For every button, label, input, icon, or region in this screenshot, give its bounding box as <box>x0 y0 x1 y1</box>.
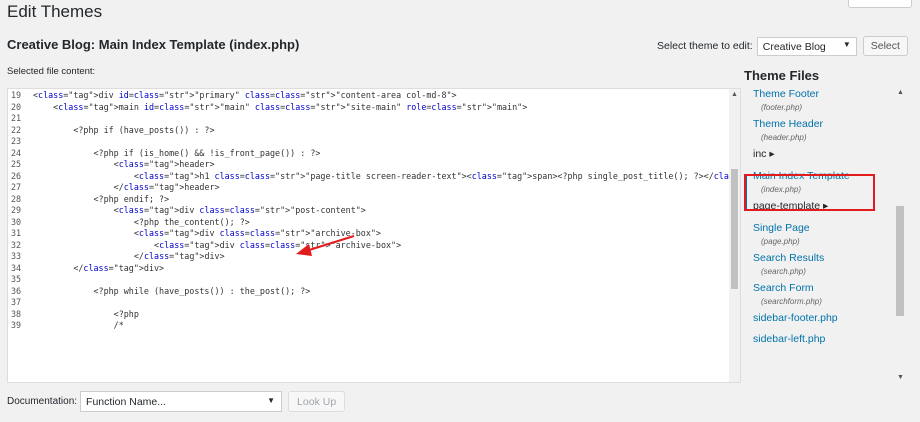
files-scroll-thumb[interactable] <box>896 206 904 316</box>
highlight-box <box>744 174 875 211</box>
scroll-down-icon[interactable]: ▼ <box>897 374 904 381</box>
file-item[interactable]: sidebar-footer.php <box>753 312 903 324</box>
file-name: Search Results <box>753 252 825 264</box>
file-path: (footer.php) <box>761 103 803 112</box>
look-up-button[interactable]: Look Up <box>288 391 346 412</box>
chevron-down-icon: ▼ <box>267 396 276 405</box>
documentation-row: Documentation: Function Name... ▼ Look U… <box>7 391 346 412</box>
scroll-up-icon[interactable]: ▲ <box>897 89 904 96</box>
file-path: (header.php) <box>761 133 807 142</box>
file-path: (searchform.php) <box>761 297 822 306</box>
file-item[interactable]: Search Results (search.php) <box>753 252 903 276</box>
file-item[interactable]: Search Form (searchform.php) <box>753 282 903 306</box>
function-name-placeholder: Function Name... <box>86 396 166 408</box>
file-name: Single Page <box>753 222 810 234</box>
file-path: (search.php) <box>761 267 806 276</box>
file-name: Theme Header <box>753 118 824 130</box>
documentation-label: Documentation: <box>7 396 78 407</box>
file-name: Theme Footer <box>753 88 819 100</box>
file-name: sidebar-left.php <box>753 333 826 345</box>
file-path: (page.php) <box>761 237 800 246</box>
file-name: sidebar-footer.php <box>753 312 838 324</box>
files-scrollbar[interactable]: ▲ ▼ <box>893 88 907 383</box>
file-name: Search Form <box>753 282 814 294</box>
file-item[interactable]: sidebar-left.php <box>753 333 903 345</box>
file-name: inc ▸ <box>753 148 775 160</box>
function-name-select[interactable]: Function Name... ▼ <box>80 391 283 412</box>
file-item[interactable]: Theme Header (header.php) <box>753 118 903 142</box>
file-item[interactable]: Theme Footer (footer.php) <box>753 88 903 112</box>
file-item[interactable]: Single Page (page.php) <box>753 222 903 246</box>
folder-item[interactable]: inc ▸ <box>753 148 903 160</box>
theme-files-list: Theme Footer (footer.php) Theme Header (hea… <box>744 88 918 383</box>
